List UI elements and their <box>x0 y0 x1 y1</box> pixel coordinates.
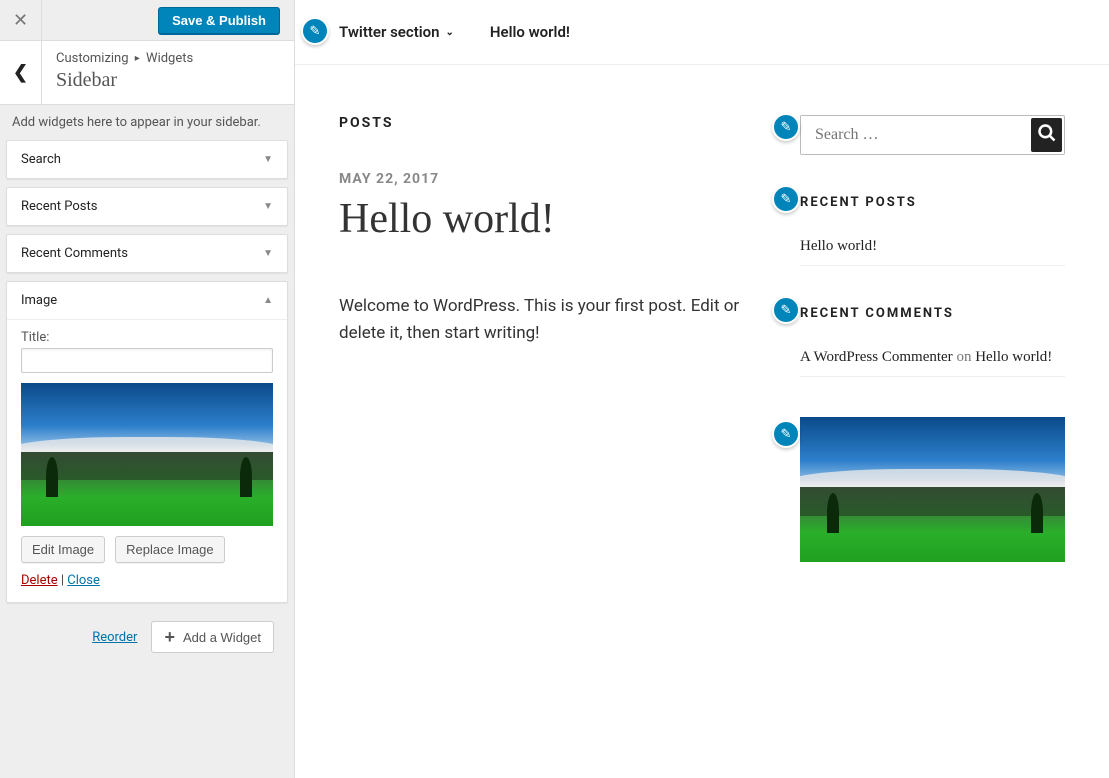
reorder-link[interactable]: Reorder <box>92 630 137 645</box>
add-widget-button[interactable]: + Add a Widget <box>151 621 274 653</box>
comment-post-link[interactable]: Hello world! <box>975 349 1052 365</box>
preview-sidebar: ✎ ✎ RECENT POSTS <box>800 115 1065 602</box>
post-title[interactable]: Hello world! <box>339 195 744 243</box>
post-date: MAY 22, 2017 <box>339 171 744 187</box>
back-button[interactable]: ❮ <box>0 41 42 104</box>
sidebar-image[interactable] <box>800 417 1065 562</box>
crumb-customizing: Customizing <box>56 51 129 66</box>
widget-title: Image <box>21 293 263 308</box>
search-button[interactable] <box>1031 118 1062 152</box>
widget-title: Recent Comments <box>21 246 263 261</box>
image-preview[interactable] <box>21 383 273 526</box>
crumb-widgets: Widgets <box>146 51 193 66</box>
chevron-down-icon: ▼ <box>263 248 273 259</box>
close-customizer-button[interactable]: ✕ <box>0 0 42 40</box>
customizer-panel: ✕ Save & Publish ❮ Customizing ▸ Widgets… <box>0 0 295 778</box>
close-icon: ✕ <box>13 10 28 31</box>
site-nav: Twitter section ⌄ Hello world! <box>295 0 1109 65</box>
pencil-icon: ✎ <box>781 427 792 442</box>
edit-shortcut-nav[interactable]: ✎ <box>301 17 329 45</box>
widget-recent-posts-header[interactable]: Recent Posts ▼ <box>7 188 287 225</box>
edit-shortcut-image[interactable]: ✎ <box>772 420 800 448</box>
chevron-down-icon: ⌄ <box>446 27 454 38</box>
breadcrumb: Customizing ▸ Widgets <box>56 51 280 66</box>
add-widget-label: Add a Widget <box>183 630 261 645</box>
recent-post-link[interactable]: Hello world! <box>800 238 877 254</box>
save-publish-button[interactable]: Save & Publish <box>158 7 280 34</box>
recent-comments-title: RECENT COMMENTS <box>800 306 1065 321</box>
sidebar-search-widget: ✎ <box>800 115 1065 155</box>
pencil-icon: ✎ <box>781 303 792 318</box>
widget-recent-comments: Recent Comments ▼ <box>6 234 288 273</box>
sidebar-recent-comments-widget: ✎ RECENT COMMENTS A WordPress Commenter … <box>800 306 1065 377</box>
list-item: Hello world! <box>800 228 1065 266</box>
main-content: POSTS MAY 22, 2017 Hello world! Welcome … <box>339 115 744 602</box>
widget-title: Search <box>21 152 263 167</box>
widget-search: Search ▼ <box>6 140 288 179</box>
recent-posts-title: RECENT POSTS <box>800 195 1065 210</box>
post-excerpt: Welcome to WordPress. This is your first… <box>339 293 744 347</box>
edit-shortcut-recent-posts[interactable]: ✎ <box>772 185 800 213</box>
chevron-left-icon: ❮ <box>13 62 28 83</box>
chevron-right-icon: ▸ <box>135 53 140 64</box>
widget-search-header[interactable]: Search ▼ <box>7 141 287 178</box>
chevron-down-icon: ▼ <box>263 201 273 212</box>
nav-label: Twitter section <box>339 23 440 41</box>
search-icon <box>1037 127 1057 147</box>
title-field[interactable] <box>21 348 273 373</box>
site-preview: ✎ Twitter section ⌄ Hello world! POSTS M… <box>295 0 1109 778</box>
widget-image: Image ▲ Title: Edit Image Replace Image <box>6 281 288 603</box>
sidebar-recent-posts-widget: ✎ RECENT POSTS Hello world! <box>800 195 1065 266</box>
title-field-label: Title: <box>21 330 273 345</box>
section-title: Sidebar <box>56 68 280 92</box>
delete-link[interactable]: Delete <box>21 573 58 588</box>
separator: | <box>58 573 68 588</box>
widget-recent-comments-header[interactable]: Recent Comments ▼ <box>7 235 287 272</box>
chevron-up-icon: ▲ <box>263 295 273 306</box>
replace-image-button[interactable]: Replace Image <box>115 536 224 563</box>
search-input[interactable] <box>801 116 1029 154</box>
section-description: Add widgets here to appear in your sideb… <box>6 115 288 140</box>
widget-recent-posts: Recent Posts ▼ <box>6 187 288 226</box>
pencil-icon: ✎ <box>781 120 792 135</box>
edit-shortcut-recent-comments[interactable]: ✎ <box>772 296 800 324</box>
commenter-link[interactable]: A WordPress Commenter <box>800 349 953 365</box>
on-text: on <box>953 349 976 365</box>
posts-heading: POSTS <box>339 115 744 131</box>
nav-twitter-section[interactable]: Twitter section ⌄ <box>339 23 454 41</box>
widget-image-header[interactable]: Image ▲ <box>7 282 287 319</box>
nav-hello-world[interactable]: Hello world! <box>490 23 570 41</box>
plus-icon: + <box>164 628 175 646</box>
edit-shortcut-search[interactable]: ✎ <box>772 113 800 141</box>
chevron-down-icon: ▼ <box>263 154 273 165</box>
pencil-icon: ✎ <box>781 192 792 207</box>
edit-image-button[interactable]: Edit Image <box>21 536 105 563</box>
sidebar-image-widget: ✎ <box>800 417 1065 562</box>
pencil-icon: ✎ <box>310 24 321 39</box>
close-link[interactable]: Close <box>67 573 100 588</box>
widget-title: Recent Posts <box>21 199 263 214</box>
list-item: A WordPress Commenter on Hello world! <box>800 339 1065 377</box>
